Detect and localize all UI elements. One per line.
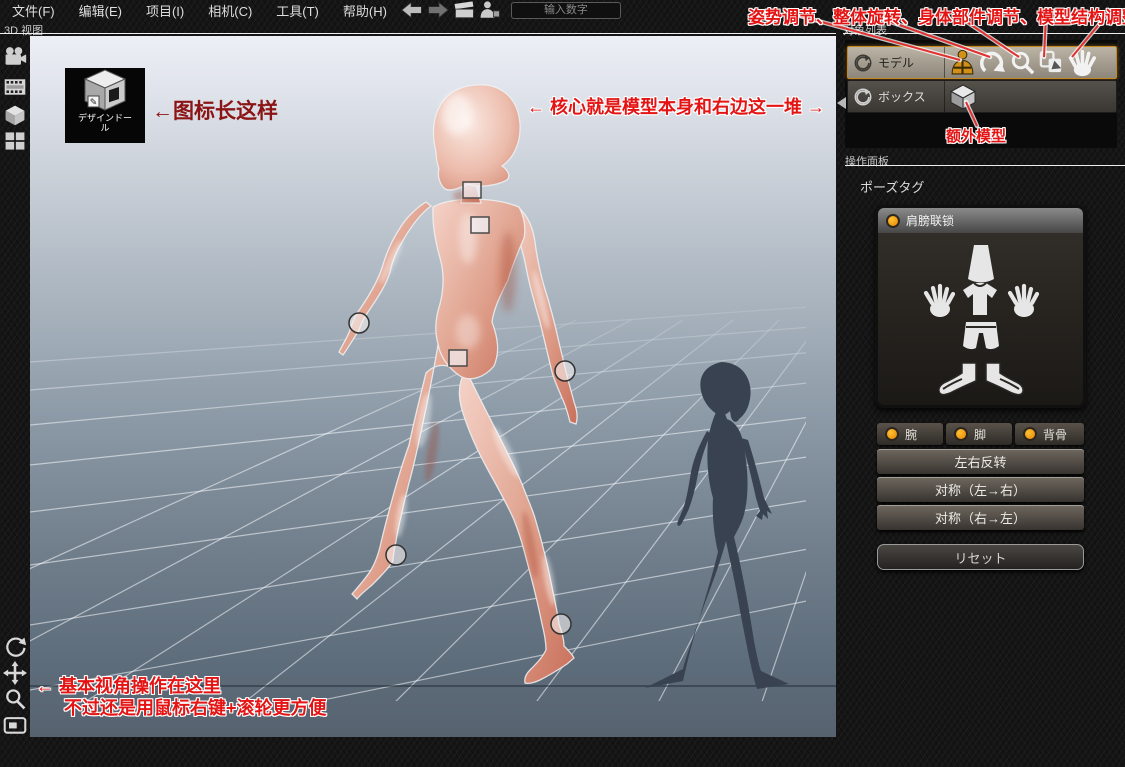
pan-view-icon[interactable] (0, 660, 30, 686)
operation-panel-label: 操作面板 (845, 153, 889, 169)
designdoll-app: { "app": { "menu": ["文件(F)", "编辑(E)", "项… (0, 0, 1125, 767)
menu-edit[interactable]: 编辑(E) (67, 0, 134, 22)
pose-link-title: 肩膀联锁 (906, 212, 954, 229)
neck-handle[interactable] (463, 182, 481, 198)
object-row-box[interactable]: ボックス (847, 80, 1117, 113)
toggle-leg-button[interactable]: 脚 (946, 423, 1012, 445)
toolbar-annotation: 姿势调节、整体旋转、身体部件调节、模型结构调整、手 (748, 3, 1125, 28)
torso-part-icon[interactable] (960, 281, 1000, 317)
number-input[interactable] (511, 2, 621, 19)
left-wrist-handle[interactable] (349, 313, 369, 333)
menu-tools[interactable]: 工具(T) (264, 0, 331, 22)
toggle-arm-label: 腕 (905, 426, 917, 443)
viewport-pane-label: 3D 视图 (4, 22, 43, 38)
render-icon[interactable] (452, 0, 476, 21)
cube-view-icon[interactable] (0, 102, 30, 128)
focus-box-icon[interactable] (848, 87, 878, 107)
toggle-arm-button[interactable]: 腕 (877, 423, 943, 445)
object-row-model[interactable]: モデル (847, 46, 1117, 79)
designdoll-cube-icon: ✎ (79, 68, 131, 112)
symmetry-lr-button[interactable]: 对称（左→右） (877, 477, 1084, 502)
row-divider (944, 81, 945, 112)
svg-text:✎: ✎ (90, 97, 98, 107)
right-wrist-handle[interactable] (555, 361, 575, 381)
left-toolbar (0, 36, 30, 767)
core-annotation: ← 核心就是模型本身和右边这一堆 → (527, 93, 825, 119)
leg-toggle-dot (954, 427, 968, 441)
toggle-spine-button[interactable]: 背骨 (1015, 423, 1084, 445)
frame-view-icon[interactable] (0, 712, 30, 738)
menu-help[interactable]: 帮助(H) (331, 0, 399, 22)
movie-camera-icon[interactable] (0, 44, 30, 70)
left-hand-part-icon[interactable] (922, 282, 956, 318)
focus-model-icon[interactable] (848, 53, 878, 73)
extra-model-cube-icon[interactable] (949, 83, 977, 111)
silhouette-model[interactable] (645, 362, 789, 689)
film-strip-icon[interactable] (0, 74, 30, 100)
part-adjust-icon[interactable] (1009, 49, 1036, 76)
icon-annotation: ←图标长这样 (152, 95, 278, 125)
operation-panel-rule (845, 165, 1125, 166)
object-list-pane-rule (843, 33, 1125, 34)
row-divider (944, 47, 945, 78)
extra-model-annotation: 额外模型 (946, 125, 1006, 146)
toggle-spine-label: 背骨 (1043, 426, 1067, 443)
chest-handle[interactable] (471, 217, 489, 233)
pose-link-header[interactable]: 肩膀联锁 (878, 208, 1083, 233)
add-model-icon[interactable] (478, 0, 502, 21)
right-hand-part-icon[interactable] (1006, 282, 1040, 318)
menu-camera[interactable]: 相机(C) (196, 0, 264, 22)
viewport-3d[interactable] (30, 36, 836, 737)
desktop-icon-tile: ✎ デザインドー ル (65, 68, 145, 143)
orbit-view-icon[interactable] (0, 634, 30, 660)
viewport-scene (30, 36, 836, 737)
panel-collapse-arrow[interactable] (836, 96, 848, 110)
symmetry-rl-button[interactable]: 对称（右→左） (877, 505, 1084, 530)
menu-project[interactable]: 项目(I) (134, 0, 196, 22)
flip-lr-button[interactable]: 左右反转 (877, 449, 1084, 474)
pose-adjust-icon[interactable] (949, 49, 976, 76)
split-view-icon[interactable] (0, 128, 30, 154)
reset-button[interactable]: リセット (877, 544, 1084, 570)
pelvis-handle[interactable] (449, 350, 467, 366)
mannequin-model[interactable] (339, 85, 577, 684)
right-ankle-handle[interactable] (551, 614, 571, 634)
pose-tag-label: ポーズタグ (860, 177, 924, 196)
view-annotation-line2: 不过还是用鼠标右键+滚轮更方便 (64, 694, 327, 720)
desktop-icon-caption: デザインドー ル (78, 113, 132, 133)
menu-file[interactable]: 文件(F) (0, 0, 67, 22)
spine-toggle-dot (1023, 427, 1037, 441)
zoom-view-icon[interactable] (0, 686, 30, 712)
shorts-part-icon[interactable] (961, 320, 1001, 360)
hand-adjust-icon[interactable] (1067, 48, 1096, 77)
rotate-whole-icon[interactable] (978, 48, 1007, 77)
redo-icon[interactable] (426, 0, 450, 21)
structure-adjust-icon[interactable] (1038, 49, 1065, 76)
arm-toggle-dot (885, 427, 899, 441)
viewport-pane-rule (0, 33, 836, 34)
boots-part-icon[interactable] (936, 361, 1026, 403)
toggle-leg-label: 脚 (974, 426, 986, 443)
left-ankle-handle[interactable] (386, 545, 406, 565)
undo-icon[interactable] (400, 0, 424, 21)
link-status-dot (886, 214, 900, 228)
object-row-box-label: ボックス (878, 88, 944, 105)
object-row-model-label: モデル (878, 54, 944, 71)
